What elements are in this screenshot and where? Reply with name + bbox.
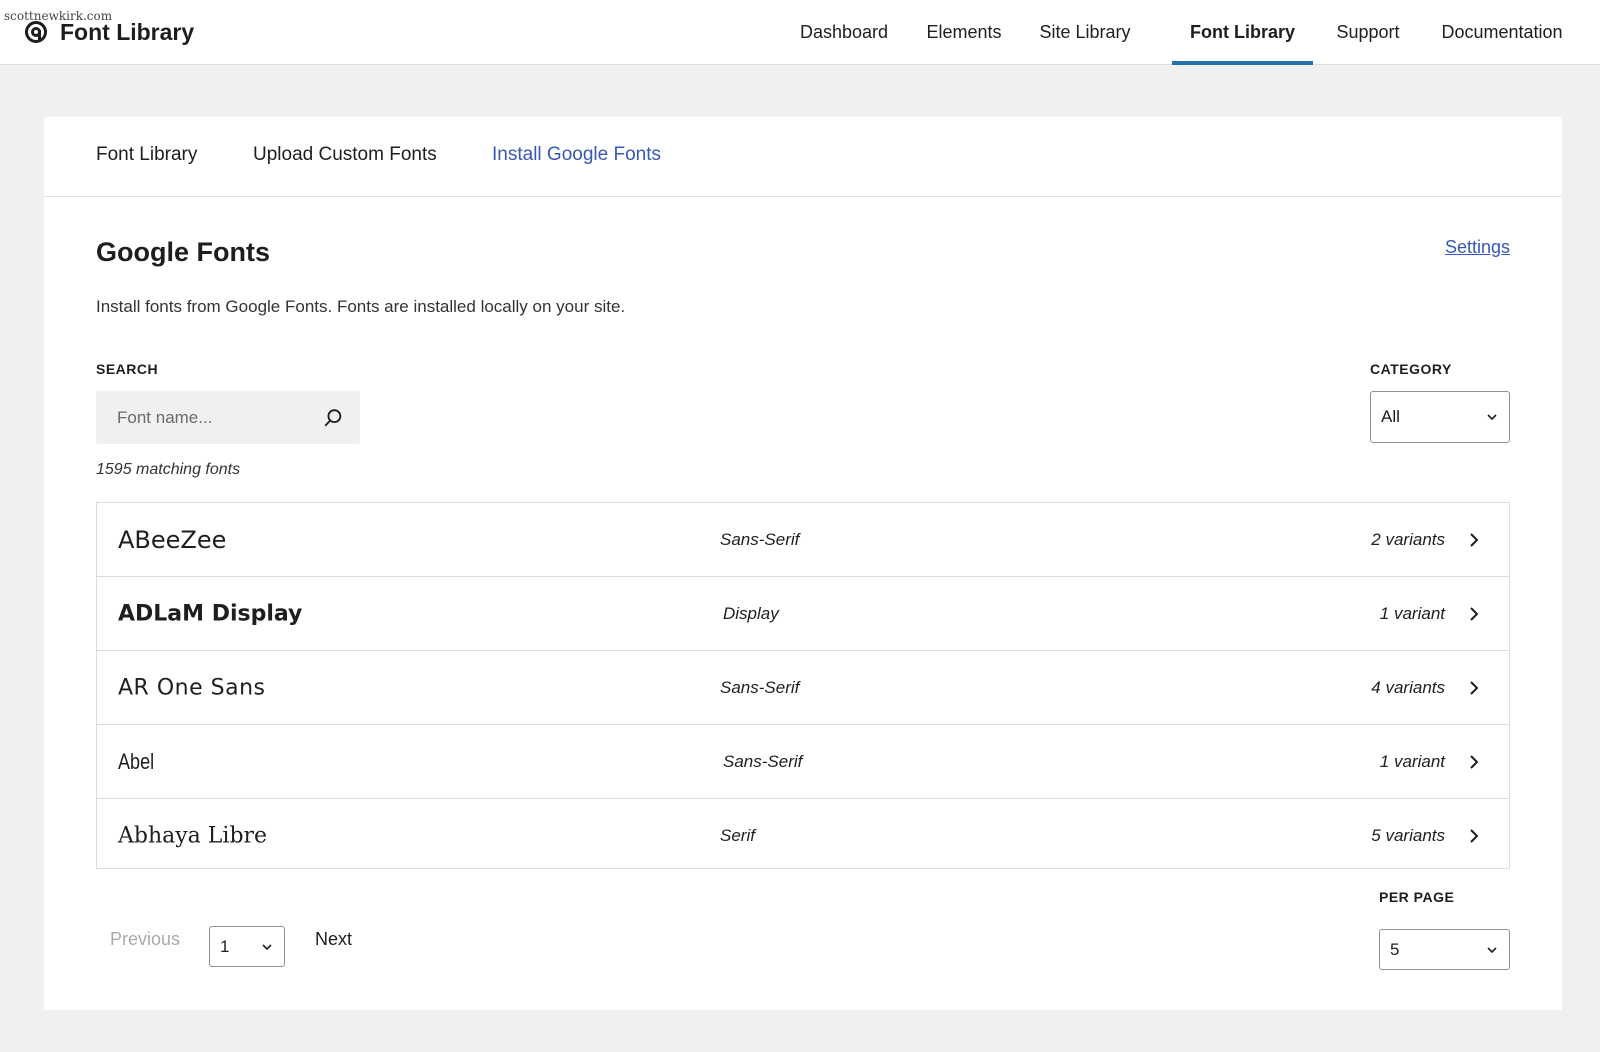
search-label: SEARCH bbox=[96, 361, 159, 377]
font-variants: 5 variants bbox=[1371, 826, 1445, 845]
search-box bbox=[96, 391, 360, 444]
font-row[interactable]: Abhaya Libre Serif 5 variants bbox=[97, 799, 1509, 873]
font-list: ABeeZee Sans-Serif 2 variants ADLaM Disp… bbox=[96, 502, 1510, 869]
font-name: ADLaM Display bbox=[118, 601, 303, 626]
page-description: Install fonts from Google Fonts. Fonts a… bbox=[96, 297, 626, 316]
chevron-down-icon bbox=[1487, 414, 1497, 421]
topnav-item-elements[interactable]: Elements bbox=[925, 0, 1003, 65]
topnav-item-support[interactable]: Support bbox=[1334, 0, 1402, 65]
search-icon[interactable] bbox=[322, 407, 344, 429]
subtab-font-library[interactable]: Font Library bbox=[96, 143, 197, 167]
font-category: Sans-Serif bbox=[723, 751, 803, 771]
font-name: Abel bbox=[118, 748, 155, 774]
font-name: AR One Sans bbox=[118, 675, 266, 700]
per-page-label: PER PAGE bbox=[1379, 889, 1455, 905]
at-sign-logo-icon bbox=[25, 21, 47, 43]
font-row[interactable]: AR One Sans Sans-Serif 4 variants bbox=[97, 651, 1509, 725]
font-variants: 1 variant bbox=[1379, 603, 1445, 623]
font-name: Abhaya Libre bbox=[118, 823, 268, 849]
search-input[interactable] bbox=[96, 391, 316, 444]
per-page-select[interactable]: 5 bbox=[1379, 929, 1510, 970]
subtab-upload-custom-fonts[interactable]: Upload Custom Fonts bbox=[253, 143, 437, 167]
top-bar: Font Library Dashboard Elements Site Lib… bbox=[0, 0, 1600, 65]
font-category: Sans-Serif bbox=[720, 529, 800, 549]
previous-button[interactable]: Previous bbox=[110, 929, 180, 950]
watermark-text: scottnewkirk.com bbox=[4, 9, 113, 23]
matching-count: 1595 matching fonts bbox=[96, 461, 241, 478]
page-selected-value: 1 bbox=[220, 936, 230, 956]
font-row[interactable]: Abel Sans-Serif 1 variant bbox=[97, 725, 1509, 799]
topnav-item-site-library[interactable]: Site Library bbox=[1037, 0, 1133, 65]
per-page-selected-value: 5 bbox=[1390, 939, 1400, 959]
subtab-install-google-fonts[interactable]: Install Google Fonts bbox=[492, 143, 661, 167]
category-label: CATEGORY bbox=[1370, 361, 1452, 377]
settings-link[interactable]: Settings bbox=[1445, 237, 1510, 258]
topnav-item-font-library[interactable]: Font Library bbox=[1172, 0, 1313, 65]
category-selected-value: All bbox=[1381, 407, 1400, 426]
chevron-right-icon bbox=[1470, 680, 1479, 695]
subtab-bar: Font Library Upload Custom Fonts Install… bbox=[44, 117, 1562, 197]
chevron-right-icon bbox=[1470, 532, 1479, 547]
main-card: Font Library Upload Custom Fonts Install… bbox=[44, 117, 1562, 1010]
font-variants: 1 variant bbox=[1379, 751, 1445, 771]
topnav-item-documentation[interactable]: Documentation bbox=[1440, 0, 1564, 65]
font-row[interactable]: ADLaM Display Display 1 variant bbox=[97, 577, 1509, 651]
category-select[interactable]: All bbox=[1370, 391, 1510, 443]
chevron-down-icon bbox=[262, 943, 272, 950]
chevron-right-icon bbox=[1470, 754, 1479, 769]
font-category: Sans-Serif bbox=[720, 677, 800, 697]
page-title: Google Fonts bbox=[96, 237, 270, 267]
font-variants: 4 variants bbox=[1371, 677, 1445, 697]
topnav-item-dashboard[interactable]: Dashboard bbox=[800, 0, 888, 65]
font-category: Serif bbox=[720, 826, 755, 845]
chevron-right-icon bbox=[1470, 606, 1479, 621]
chevron-down-icon bbox=[1487, 946, 1497, 953]
font-name: ABeeZee bbox=[118, 525, 227, 554]
font-row[interactable]: ABeeZee Sans-Serif 2 variants bbox=[97, 503, 1509, 577]
chevron-right-icon bbox=[1470, 829, 1479, 843]
font-variants: 2 variants bbox=[1371, 529, 1445, 549]
next-button[interactable]: Next bbox=[315, 929, 352, 950]
font-category: Display bbox=[723, 603, 779, 623]
page-select[interactable]: 1 bbox=[209, 926, 285, 967]
